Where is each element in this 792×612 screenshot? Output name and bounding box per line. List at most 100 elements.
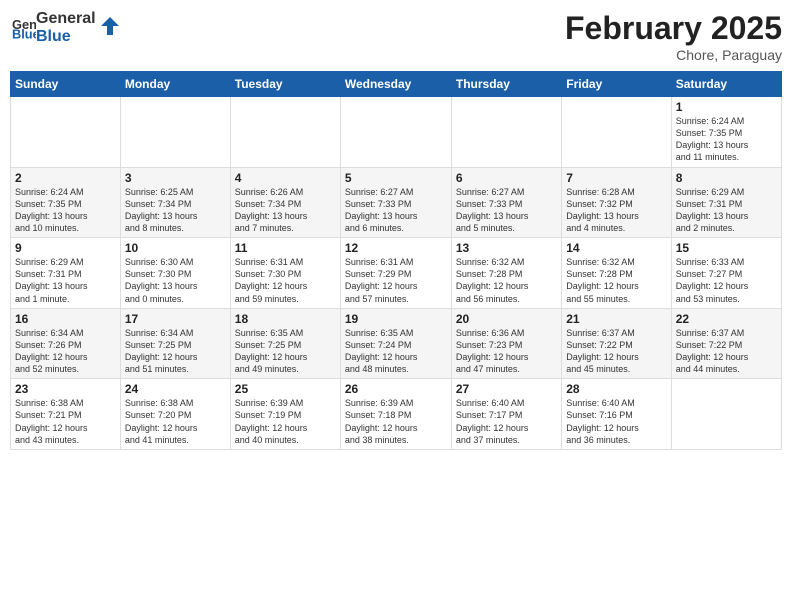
day-number: 11	[235, 241, 336, 255]
day-header-friday: Friday	[562, 72, 671, 97]
calendar-subtitle: Chore, Paraguay	[565, 47, 782, 63]
day-number: 20	[456, 312, 557, 326]
day-cell: 11Sunrise: 6:31 AMSunset: 7:30 PMDayligh…	[230, 238, 340, 309]
day-cell: 6Sunrise: 6:27 AMSunset: 7:33 PMDaylight…	[451, 167, 561, 238]
day-number: 2	[15, 171, 116, 185]
day-cell: 25Sunrise: 6:39 AMSunset: 7:19 PMDayligh…	[230, 379, 340, 450]
day-header-wednesday: Wednesday	[340, 72, 451, 97]
week-row-2: 2Sunrise: 6:24 AMSunset: 7:35 PMDaylight…	[11, 167, 782, 238]
day-info: Sunrise: 6:24 AMSunset: 7:35 PMDaylight:…	[676, 115, 777, 164]
day-info: Sunrise: 6:39 AMSunset: 7:19 PMDaylight:…	[235, 397, 336, 446]
day-cell: 23Sunrise: 6:38 AMSunset: 7:21 PMDayligh…	[11, 379, 121, 450]
header-row: SundayMondayTuesdayWednesdayThursdayFrid…	[11, 72, 782, 97]
day-cell: 1Sunrise: 6:24 AMSunset: 7:35 PMDaylight…	[671, 97, 781, 168]
logo-blue: Blue	[36, 28, 96, 46]
day-cell: 14Sunrise: 6:32 AMSunset: 7:28 PMDayligh…	[562, 238, 671, 309]
day-cell: 19Sunrise: 6:35 AMSunset: 7:24 PMDayligh…	[340, 308, 451, 379]
day-number: 16	[15, 312, 116, 326]
day-cell	[562, 97, 671, 168]
day-number: 10	[125, 241, 226, 255]
day-info: Sunrise: 6:40 AMSunset: 7:17 PMDaylight:…	[456, 397, 557, 446]
day-info: Sunrise: 6:31 AMSunset: 7:29 PMDaylight:…	[345, 256, 447, 305]
header: General Blue General Blue February 2025 …	[10, 10, 782, 63]
day-header-saturday: Saturday	[671, 72, 781, 97]
title-block: February 2025 Chore, Paraguay	[565, 10, 782, 63]
day-cell	[340, 97, 451, 168]
day-cell: 8Sunrise: 6:29 AMSunset: 7:31 PMDaylight…	[671, 167, 781, 238]
day-number: 22	[676, 312, 777, 326]
day-info: Sunrise: 6:30 AMSunset: 7:30 PMDaylight:…	[125, 256, 226, 305]
day-cell: 21Sunrise: 6:37 AMSunset: 7:22 PMDayligh…	[562, 308, 671, 379]
day-cell: 15Sunrise: 6:33 AMSunset: 7:27 PMDayligh…	[671, 238, 781, 309]
day-info: Sunrise: 6:40 AMSunset: 7:16 PMDaylight:…	[566, 397, 666, 446]
day-cell: 28Sunrise: 6:40 AMSunset: 7:16 PMDayligh…	[562, 379, 671, 450]
day-header-monday: Monday	[120, 72, 230, 97]
day-info: Sunrise: 6:32 AMSunset: 7:28 PMDaylight:…	[566, 256, 666, 305]
day-cell: 26Sunrise: 6:39 AMSunset: 7:18 PMDayligh…	[340, 379, 451, 450]
day-number: 27	[456, 382, 557, 396]
day-number: 19	[345, 312, 447, 326]
day-info: Sunrise: 6:34 AMSunset: 7:25 PMDaylight:…	[125, 327, 226, 376]
logo-icon: General Blue	[12, 16, 36, 40]
day-info: Sunrise: 6:25 AMSunset: 7:34 PMDaylight:…	[125, 186, 226, 235]
day-cell: 3Sunrise: 6:25 AMSunset: 7:34 PMDaylight…	[120, 167, 230, 238]
day-number: 13	[456, 241, 557, 255]
day-cell: 7Sunrise: 6:28 AMSunset: 7:32 PMDaylight…	[562, 167, 671, 238]
day-info: Sunrise: 6:33 AMSunset: 7:27 PMDaylight:…	[676, 256, 777, 305]
day-number: 25	[235, 382, 336, 396]
week-row-5: 23Sunrise: 6:38 AMSunset: 7:21 PMDayligh…	[11, 379, 782, 450]
calendar-table: SundayMondayTuesdayWednesdayThursdayFrid…	[10, 71, 782, 450]
logo: General Blue General Blue	[10, 10, 121, 45]
week-row-3: 9Sunrise: 6:29 AMSunset: 7:31 PMDaylight…	[11, 238, 782, 309]
day-number: 5	[345, 171, 447, 185]
day-number: 8	[676, 171, 777, 185]
day-cell: 22Sunrise: 6:37 AMSunset: 7:22 PMDayligh…	[671, 308, 781, 379]
day-cell: 4Sunrise: 6:26 AMSunset: 7:34 PMDaylight…	[230, 167, 340, 238]
day-info: Sunrise: 6:39 AMSunset: 7:18 PMDaylight:…	[345, 397, 447, 446]
day-number: 15	[676, 241, 777, 255]
day-info: Sunrise: 6:34 AMSunset: 7:26 PMDaylight:…	[15, 327, 116, 376]
day-number: 3	[125, 171, 226, 185]
day-cell: 9Sunrise: 6:29 AMSunset: 7:31 PMDaylight…	[11, 238, 121, 309]
day-info: Sunrise: 6:31 AMSunset: 7:30 PMDaylight:…	[235, 256, 336, 305]
day-number: 28	[566, 382, 666, 396]
day-number: 4	[235, 171, 336, 185]
svg-text:Blue: Blue	[12, 26, 36, 40]
day-number: 14	[566, 241, 666, 255]
calendar-title: February 2025	[565, 10, 782, 47]
logo-general: General	[36, 10, 96, 28]
day-cell	[671, 379, 781, 450]
day-info: Sunrise: 6:36 AMSunset: 7:23 PMDaylight:…	[456, 327, 557, 376]
day-cell: 20Sunrise: 6:36 AMSunset: 7:23 PMDayligh…	[451, 308, 561, 379]
day-header-thursday: Thursday	[451, 72, 561, 97]
day-number: 23	[15, 382, 116, 396]
calendar-body: 1Sunrise: 6:24 AMSunset: 7:35 PMDaylight…	[11, 97, 782, 450]
day-info: Sunrise: 6:28 AMSunset: 7:32 PMDaylight:…	[566, 186, 666, 235]
day-number: 24	[125, 382, 226, 396]
day-cell: 27Sunrise: 6:40 AMSunset: 7:17 PMDayligh…	[451, 379, 561, 450]
day-info: Sunrise: 6:37 AMSunset: 7:22 PMDaylight:…	[676, 327, 777, 376]
day-cell: 13Sunrise: 6:32 AMSunset: 7:28 PMDayligh…	[451, 238, 561, 309]
page: General Blue General Blue February 2025 …	[0, 0, 792, 612]
day-info: Sunrise: 6:38 AMSunset: 7:21 PMDaylight:…	[15, 397, 116, 446]
day-info: Sunrise: 6:38 AMSunset: 7:20 PMDaylight:…	[125, 397, 226, 446]
day-number: 18	[235, 312, 336, 326]
day-cell: 10Sunrise: 6:30 AMSunset: 7:30 PMDayligh…	[120, 238, 230, 309]
day-number: 1	[676, 100, 777, 114]
day-number: 21	[566, 312, 666, 326]
week-row-1: 1Sunrise: 6:24 AMSunset: 7:35 PMDaylight…	[11, 97, 782, 168]
day-cell	[451, 97, 561, 168]
day-info: Sunrise: 6:29 AMSunset: 7:31 PMDaylight:…	[676, 186, 777, 235]
day-cell: 16Sunrise: 6:34 AMSunset: 7:26 PMDayligh…	[11, 308, 121, 379]
day-cell: 18Sunrise: 6:35 AMSunset: 7:25 PMDayligh…	[230, 308, 340, 379]
day-info: Sunrise: 6:27 AMSunset: 7:33 PMDaylight:…	[345, 186, 447, 235]
day-cell: 24Sunrise: 6:38 AMSunset: 7:20 PMDayligh…	[120, 379, 230, 450]
day-number: 9	[15, 241, 116, 255]
week-row-4: 16Sunrise: 6:34 AMSunset: 7:26 PMDayligh…	[11, 308, 782, 379]
day-cell: 12Sunrise: 6:31 AMSunset: 7:29 PMDayligh…	[340, 238, 451, 309]
day-cell	[120, 97, 230, 168]
day-number: 12	[345, 241, 447, 255]
day-info: Sunrise: 6:26 AMSunset: 7:34 PMDaylight:…	[235, 186, 336, 235]
day-cell: 2Sunrise: 6:24 AMSunset: 7:35 PMDaylight…	[11, 167, 121, 238]
day-header-tuesday: Tuesday	[230, 72, 340, 97]
